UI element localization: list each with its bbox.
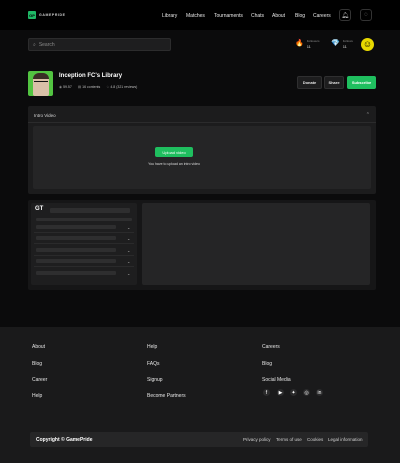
skeleton-row[interactable] [36, 271, 116, 275]
divider [34, 243, 134, 244]
footer-help-link-2[interactable]: Help [147, 344, 157, 350]
footer-signup-link[interactable]: Signup [147, 377, 163, 383]
divider [34, 232, 134, 233]
nav-tournaments[interactable]: Tournaments [214, 13, 243, 19]
divider [34, 255, 134, 256]
messages-button[interactable]: ◌ [360, 9, 372, 21]
skeleton-row[interactable] [36, 225, 116, 229]
views-count: ◉59.57 [59, 85, 72, 89]
footer-partners-link[interactable]: Become Partners [147, 393, 186, 399]
chevron-down-icon[interactable]: ⌄ [127, 271, 130, 276]
contents-count: ▤16 contents [77, 85, 101, 89]
follows-value: 11 [342, 44, 347, 49]
user-avatar-smiley-icon[interactable]: ☺ [361, 38, 374, 51]
diamond-icon: 💎 [331, 40, 340, 47]
nav-blog[interactable]: Blog [295, 13, 305, 19]
follower-icon: 🔥 [295, 40, 304, 47]
copyright-text: Copyright © GamePride [36, 437, 93, 443]
footer-blog-link[interactable]: Blog [32, 361, 42, 367]
course-logo: GT [35, 206, 44, 212]
skeleton-row[interactable] [36, 259, 116, 263]
footer-help-link[interactable]: Help [32, 393, 42, 399]
contents-icon: ▤ [77, 85, 82, 89]
donate-button[interactable]: Donate [297, 76, 322, 89]
divider [28, 122, 376, 123]
course-content-panel [142, 203, 370, 285]
nav-careers[interactable]: Careers [313, 13, 331, 19]
legal-information-link[interactable]: Legal information [328, 437, 363, 442]
library-meta: ◉59.57 ▤16 contents ☆4.8 (321 reviews) [59, 85, 137, 89]
search-input[interactable] [38, 41, 159, 48]
followers-stat: 🔥 Followers 11 [295, 39, 320, 49]
footer-social-heading: Social Media [262, 377, 291, 383]
cookies-link[interactable]: Cookies [307, 437, 323, 442]
footer-faqs-link[interactable]: FAQs [147, 361, 160, 367]
top-nav: GP GAMEPRIDE Library Matches Tournaments… [0, 0, 400, 30]
intro-video-dropzone [33, 126, 371, 189]
library-title: Inception FC's Library [59, 73, 123, 79]
chevron-down-icon[interactable]: ⌄ [127, 259, 130, 264]
chevron-down-icon[interactable]: ⌄ [127, 236, 130, 241]
linkedin-icon[interactable]: in [316, 389, 323, 396]
upload-note: You have to upload an intro video [148, 162, 200, 166]
privacy-policy-link[interactable]: Privacy policy [243, 437, 271, 442]
nav-matches[interactable]: Matches [186, 13, 205, 19]
rating: ☆4.8 (321 reviews) [106, 85, 138, 89]
footer-career-link[interactable]: Career [32, 377, 47, 383]
nav-about[interactable]: About [272, 13, 285, 19]
followers-value: 11 [306, 44, 311, 49]
skeleton-bar [36, 218, 132, 221]
library-avatar [28, 71, 53, 96]
skeleton-row[interactable] [36, 236, 116, 240]
bell-icon: 🔔︎ [341, 12, 349, 19]
chat-icon: ◌ [364, 12, 368, 18]
terms-of-use-link[interactable]: Terms of use [276, 437, 302, 442]
share-button[interactable]: Share [324, 76, 344, 89]
search-bar[interactable]: ⌕ [28, 38, 171, 51]
skeleton-title [50, 208, 130, 213]
chevron-down-icon[interactable]: ⌄ [127, 248, 130, 253]
intro-video-panel: Intro Video ⌃ [28, 106, 376, 194]
intro-video-heading: Intro Video [34, 113, 56, 118]
collapse-chevron-icon[interactable]: ⌃ [366, 112, 370, 118]
upload-video-button[interactable]: Upload video [155, 147, 193, 157]
divider [34, 266, 134, 267]
footer-blog-link-2[interactable]: Blog [262, 361, 272, 367]
followers-label: Followers [306, 39, 320, 43]
twitter-icon[interactable]: ✦ [290, 389, 297, 396]
star-icon: ☆ [106, 85, 110, 89]
search-icon: ⌕ [33, 41, 36, 48]
chevron-down-icon[interactable]: ⌄ [127, 225, 130, 230]
follows-stat: 💎 Follows 11 [331, 39, 353, 49]
facebook-icon[interactable]: f [263, 389, 270, 396]
nav-chats[interactable]: Chats [251, 13, 264, 19]
nav-library[interactable]: Library [162, 13, 177, 19]
subscribe-button[interactable]: Subscribe [347, 76, 376, 89]
follows-label: Follows [342, 39, 353, 43]
footer-careers-link[interactable]: Careers [262, 344, 280, 350]
skeleton-row[interactable] [36, 248, 116, 252]
youtube-icon[interactable]: ▶ [277, 389, 284, 396]
eye-icon: ◉ [59, 85, 63, 89]
notifications-button[interactable]: 🔔︎ [339, 9, 351, 21]
footer-about-link[interactable]: About [32, 344, 45, 350]
instagram-icon[interactable]: ◎ [303, 389, 310, 396]
